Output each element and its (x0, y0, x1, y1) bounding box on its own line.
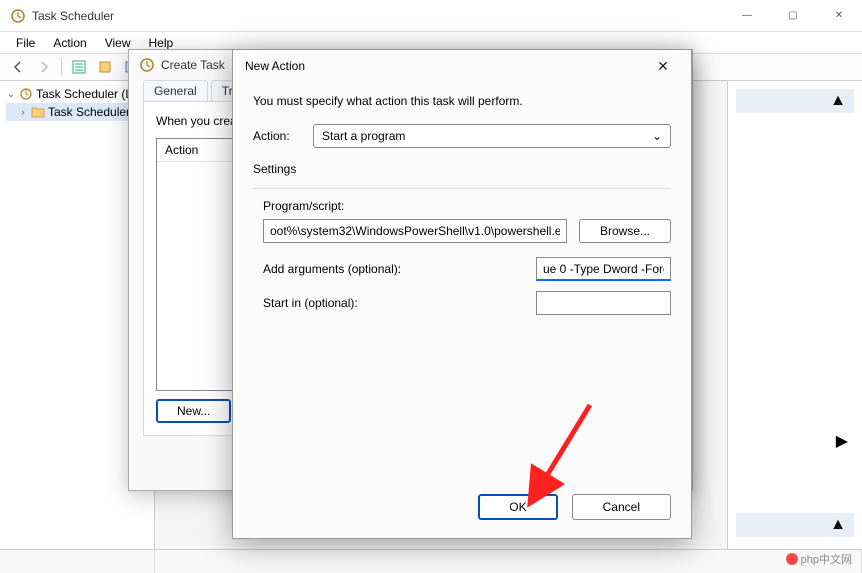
clock-icon (139, 57, 155, 73)
arguments-row: Add arguments (optional): (263, 257, 671, 281)
new-action-dialog: New Action ✕ You must specify what actio… (232, 49, 692, 539)
tree-collapse-icon[interactable]: ⌄ (6, 89, 16, 100)
new-action-button[interactable]: New... (156, 399, 231, 423)
triangle-up-icon: ▲ (830, 516, 846, 534)
back-button[interactable] (6, 56, 30, 78)
program-input[interactable] (263, 219, 567, 243)
statusbar (0, 549, 862, 573)
new-action-title: New Action (245, 59, 647, 73)
watermark-text: php中文网 (801, 551, 852, 567)
expand-right-icon[interactable]: ▶ (736, 429, 854, 453)
menu-file[interactable]: File (8, 34, 43, 52)
close-icon[interactable]: ✕ (647, 58, 679, 75)
forward-button[interactable] (32, 56, 56, 78)
new-action-intro: You must specify what action this task w… (253, 94, 671, 108)
ok-button[interactable]: OK (478, 494, 557, 520)
folder-icon (31, 105, 45, 119)
show-hide-tree-button[interactable] (67, 56, 91, 78)
settings-group: Program/script: Browse... Add arguments … (253, 188, 671, 315)
action-dropdown[interactable]: Start a program ⌄ (313, 124, 671, 148)
minimize-button[interactable]: — (724, 0, 770, 32)
menu-action[interactable]: Action (45, 34, 94, 52)
settings-label: Settings (253, 162, 671, 176)
pane-collapse-bar-1[interactable]: ▲ (736, 89, 854, 113)
maximize-button[interactable]: ▢ (770, 0, 816, 32)
browse-button[interactable]: Browse... (579, 219, 671, 243)
startin-label: Start in (optional): (263, 296, 526, 310)
main-title: Task Scheduler (32, 9, 724, 23)
program-label: Program/script: (263, 199, 671, 213)
close-button[interactable]: ✕ (816, 0, 862, 32)
arguments-label: Add arguments (optional): (263, 262, 526, 276)
pane-collapse-bar-2[interactable]: ▲ (736, 513, 854, 537)
cancel-button[interactable]: Cancel (572, 494, 671, 520)
tree-root-label: Task Scheduler (L (36, 87, 132, 101)
startin-row: Start in (optional): (263, 291, 671, 315)
new-action-body: You must specify what action this task w… (233, 82, 691, 480)
new-action-titlebar: New Action ✕ (233, 50, 691, 82)
chevron-down-icon: ⌄ (652, 129, 662, 143)
tree-child[interactable]: › Task Scheduler (6, 103, 148, 121)
tree-expand-icon[interactable]: › (18, 107, 28, 118)
new-action-button-row: OK Cancel (233, 480, 691, 538)
action-row: Action: Start a program ⌄ (253, 124, 671, 148)
triangle-up-icon: ▲ (830, 92, 846, 110)
clock-icon (19, 87, 33, 101)
main-titlebar: Task Scheduler — ▢ ✕ (0, 0, 862, 32)
window-controls: — ▢ ✕ (724, 0, 862, 32)
clock-icon (10, 8, 26, 24)
startin-input[interactable] (536, 291, 671, 315)
tree-root[interactable]: ⌄ Task Scheduler (L (6, 85, 148, 103)
arguments-input[interactable] (536, 257, 671, 281)
action-label: Action: (253, 129, 303, 143)
action-dropdown-value: Start a program (322, 129, 405, 143)
watermark: php中文网 (786, 551, 852, 567)
tree-child-label: Task Scheduler (48, 105, 130, 119)
actions-pane: ▲ ▶ ▲ (727, 81, 862, 549)
tab-general[interactable]: General (143, 80, 208, 101)
program-row: Browse... (263, 219, 671, 243)
toolbar-separator (61, 58, 62, 76)
php-logo-icon (786, 553, 798, 565)
properties-button[interactable] (93, 56, 117, 78)
